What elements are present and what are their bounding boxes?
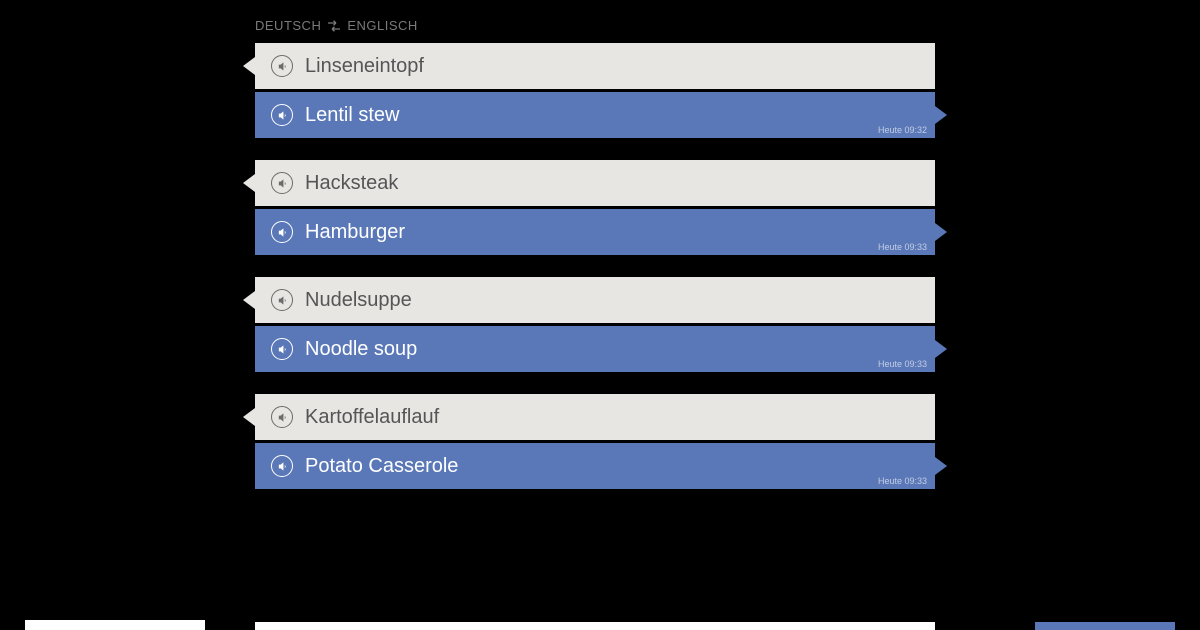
translation-pair: Hacksteak Hamburger Heute 09:33	[255, 160, 935, 255]
speaker-icon[interactable]	[271, 104, 293, 126]
bottom-action-button[interactable]	[1035, 622, 1175, 630]
timestamp-label: Heute 09:33	[878, 359, 927, 369]
source-row[interactable]: Nudelsuppe	[255, 277, 935, 323]
timestamp-label: Heute 09:32	[878, 125, 927, 135]
translation-panel: DEUTSCH ENGLISCH Linseneintopf Lentil st…	[255, 18, 935, 511]
bubble-arrow-right	[935, 223, 947, 241]
source-row[interactable]: Kartoffelauflauf	[255, 394, 935, 440]
target-text: Potato Casserole	[305, 455, 458, 478]
speaker-icon[interactable]	[271, 172, 293, 194]
translation-pair: Nudelsuppe Noodle soup Heute 09:33	[255, 277, 935, 372]
speaker-icon[interactable]	[271, 406, 293, 428]
source-row[interactable]: Hacksteak	[255, 160, 935, 206]
speaker-icon[interactable]	[271, 338, 293, 360]
translation-pair: Kartoffelauflauf Potato Casserole Heute …	[255, 394, 935, 489]
lang-from-label: DEUTSCH	[255, 18, 321, 33]
bubble-arrow-right	[935, 457, 947, 475]
lang-to-label: ENGLISCH	[347, 18, 417, 33]
speaker-icon[interactable]	[271, 455, 293, 477]
target-row[interactable]: Hamburger Heute 09:33	[255, 209, 935, 255]
target-text: Hamburger	[305, 221, 405, 244]
language-header[interactable]: DEUTSCH ENGLISCH	[255, 18, 935, 33]
speaker-icon[interactable]	[271, 221, 293, 243]
bubble-arrow-right	[935, 340, 947, 358]
source-text: Kartoffelauflauf	[305, 406, 439, 429]
swap-languages-icon[interactable]	[327, 20, 341, 32]
bottom-input-bar[interactable]	[255, 622, 935, 630]
source-text: Nudelsuppe	[305, 289, 412, 312]
source-text: Linseneintopf	[305, 55, 424, 78]
bottom-panel-left[interactable]	[25, 620, 205, 630]
target-text: Noodle soup	[305, 338, 417, 361]
target-row[interactable]: Potato Casserole Heute 09:33	[255, 443, 935, 489]
source-text: Hacksteak	[305, 172, 398, 195]
timestamp-label: Heute 09:33	[878, 242, 927, 252]
speaker-icon[interactable]	[271, 289, 293, 311]
bubble-arrow-left	[243, 174, 255, 192]
translation-pair: Linseneintopf Lentil stew Heute 09:32	[255, 43, 935, 138]
target-row[interactable]: Noodle soup Heute 09:33	[255, 326, 935, 372]
bubble-arrow-left	[243, 291, 255, 309]
target-text: Lentil stew	[305, 104, 400, 127]
bubble-arrow-left	[243, 408, 255, 426]
source-row[interactable]: Linseneintopf	[255, 43, 935, 89]
bubble-arrow-left	[243, 57, 255, 75]
timestamp-label: Heute 09:33	[878, 476, 927, 486]
target-row[interactable]: Lentil stew Heute 09:32	[255, 92, 935, 138]
bubble-arrow-right	[935, 106, 947, 124]
speaker-icon[interactable]	[271, 55, 293, 77]
